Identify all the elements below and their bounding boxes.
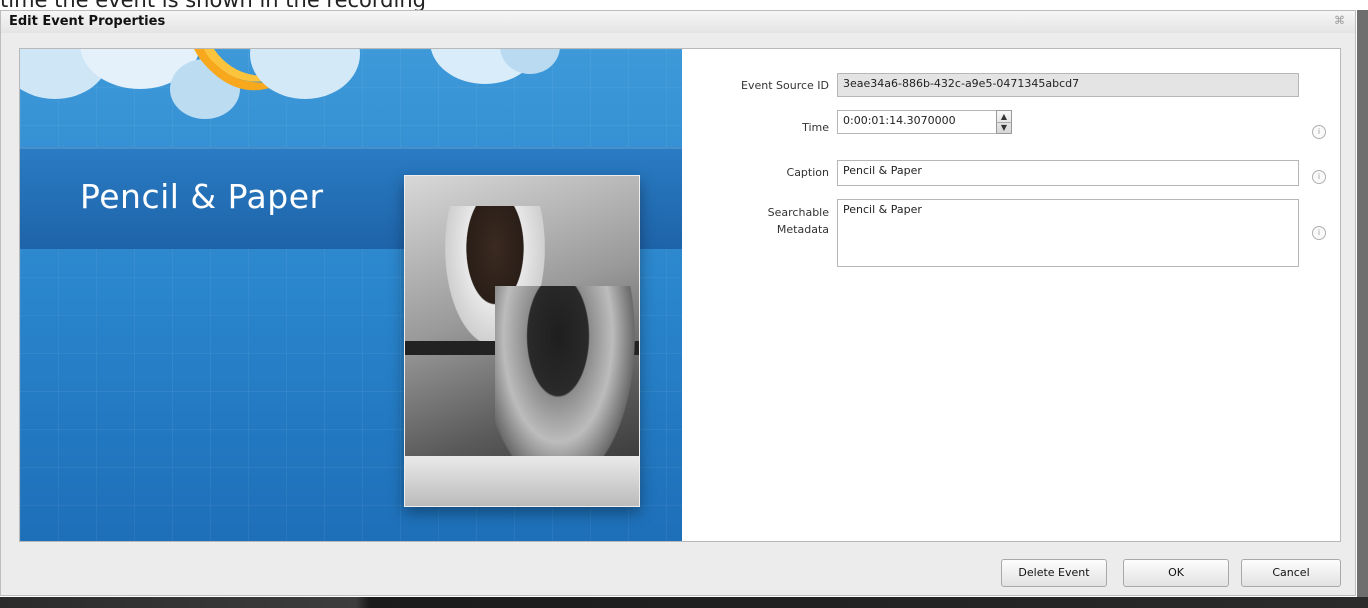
caption-input[interactable]: Pencil & Paper (837, 160, 1299, 186)
info-icon[interactable]: i (1312, 226, 1326, 240)
metadata-label-line2: Metadata (776, 223, 829, 236)
slide-title: Pencil & Paper (80, 177, 324, 216)
dialog-content: Pencil & Paper (19, 48, 1341, 542)
window-edge (1357, 10, 1368, 597)
metadata-label-line1: Searchable (767, 206, 829, 219)
close-icon[interactable]: ⌘ (1334, 14, 1345, 27)
delete-event-button[interactable]: Delete Event (1001, 559, 1107, 587)
info-icon[interactable]: i (1312, 170, 1326, 184)
info-icon[interactable]: i (1312, 125, 1326, 139)
dialog-title: Edit Event Properties (9, 14, 166, 29)
ok-button[interactable]: OK (1123, 559, 1229, 587)
photo-paper (405, 456, 639, 506)
edit-event-dialog: Edit Event Properties ⌘ Pencil & Paper E… (0, 10, 1356, 596)
event-source-id-label: Event Source ID (741, 79, 829, 92)
time-input[interactable]: 0:00:01:14.3070000 (837, 110, 997, 134)
slide-photo (404, 175, 640, 507)
event-source-id-field[interactable]: 3eae34a6-886b-432c-a9e5-0471345abcd7 (837, 73, 1299, 97)
time-label: Time (802, 121, 829, 134)
spinner-down-icon[interactable]: ▼ (997, 122, 1011, 133)
taskbar-strip (0, 597, 1368, 608)
searchable-metadata-textarea[interactable]: Pencil & Paper (837, 199, 1299, 267)
caption-label: Caption (786, 166, 829, 179)
cancel-button[interactable]: Cancel (1241, 559, 1341, 587)
dialog-titlebar[interactable]: Edit Event Properties ⌘ (1, 11, 1355, 33)
metadata-label: Searchable Metadata (691, 204, 829, 238)
slide-preview: Pencil & Paper (20, 49, 682, 541)
time-spinner[interactable]: ▲ ▼ (996, 110, 1012, 134)
